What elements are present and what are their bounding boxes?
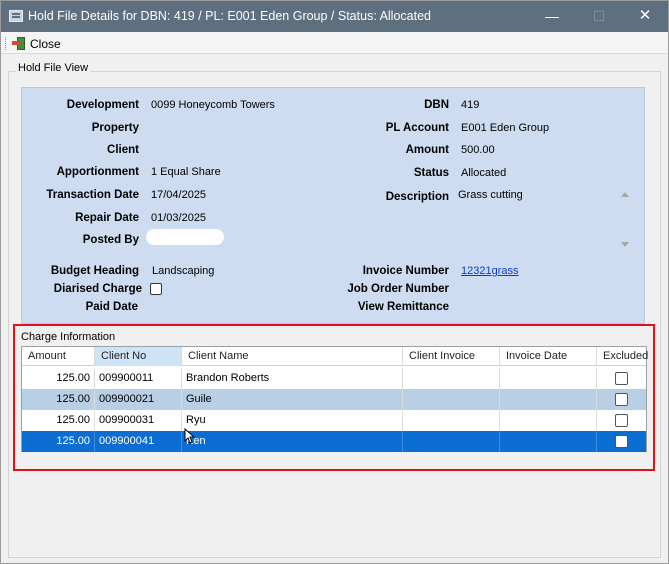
client-invoice-cell[interactable] [403, 389, 500, 410]
invoice-number-label: Invoice Number [362, 265, 449, 277]
repair-date-label: Repair Date [75, 212, 139, 224]
amount-cell[interactable]: 125.00 [22, 410, 95, 431]
group-label: Hold File View [16, 62, 91, 74]
column-header-invoice-date[interactable]: Invoice Date [500, 347, 597, 366]
development-label: Development [66, 99, 139, 111]
column-header-client-name[interactable]: Client Name [182, 347, 403, 366]
client-invoice-cell[interactable] [403, 431, 500, 452]
diarised-charge-checkbox[interactable] [150, 283, 162, 295]
transaction-date-label: Transaction Date [46, 189, 139, 201]
status-label: Status [413, 167, 449, 179]
minimize-button[interactable]: — [529, 1, 575, 32]
description-scrollbar[interactable] [617, 188, 634, 254]
client-no-cell[interactable]: 009900011 [95, 368, 182, 389]
posted-by-redacted-value [146, 229, 224, 245]
apportionment-label: Apportionment [56, 166, 139, 178]
amount-value: 500.00 [461, 144, 495, 156]
window-title: Hold File Details for DBN: 419 / PL: E00… [28, 9, 431, 23]
client-name-cell[interactable]: Guile [182, 389, 403, 410]
close-button[interactable]: Close [12, 35, 61, 52]
invoice-date-cell[interactable] [500, 368, 597, 389]
diarised-charge-label: Diarised Charge [53, 283, 142, 295]
detail-panel: Development 0099 Honeycomb Towers Proper… [21, 87, 645, 324]
description-value: Grass cutting [458, 189, 523, 201]
toolbar-grip[interactable] [5, 37, 7, 50]
maximize-button[interactable]: ☐ [576, 1, 622, 32]
amount-cell[interactable]: 125.00 [22, 368, 95, 389]
column-header-amount[interactable]: Amount [22, 347, 95, 366]
client-name-cell[interactable]: Ryu [182, 410, 403, 431]
posted-by-label: Posted By [82, 234, 139, 246]
invoice-date-cell[interactable] [500, 389, 597, 410]
job-order-number-label: Job Order Number [347, 283, 449, 295]
excluded-checkbox[interactable] [615, 393, 628, 406]
charge-information-title: Charge Information [21, 331, 116, 343]
description-label: Description [385, 191, 449, 203]
client-invoice-cell[interactable] [403, 368, 500, 389]
development-value: 0099 Honeycomb Towers [151, 99, 275, 111]
transaction-date-value: 17/04/2025 [151, 189, 207, 201]
budget-heading-label: Budget Heading [50, 265, 139, 277]
table-row-selected[interactable]: 125.00 009900041 Ken [22, 431, 646, 452]
table-row[interactable]: 125.00 009900011 Brandon Roberts [22, 368, 646, 389]
column-header-excluded[interactable]: Excluded [597, 347, 648, 366]
toolbar: Close [1, 32, 668, 54]
column-header-client-invoice[interactable]: Client Invoice [403, 347, 500, 366]
exit-door-icon [12, 37, 26, 50]
amount-label: Amount [405, 144, 449, 156]
scroll-up-icon[interactable] [621, 192, 629, 197]
invoice-number-link[interactable]: 12321grass [461, 265, 519, 277]
window-close-button[interactable]: ✕ [622, 1, 668, 32]
client-name-cell[interactable]: Brandon Roberts [182, 368, 403, 389]
client-no-cell[interactable]: 009900041 [95, 431, 182, 452]
charge-grid: Amount Client No Client Name Client Invo… [21, 346, 648, 452]
amount-cell[interactable]: 125.00 [22, 389, 95, 410]
client-label: Client [107, 144, 139, 156]
excluded-checkbox[interactable] [615, 414, 628, 427]
excluded-checkbox[interactable] [615, 372, 628, 385]
table-row[interactable]: 125.00 009900031 Ryu [22, 410, 646, 431]
view-remittance-label[interactable]: View Remittance [322, 301, 449, 313]
table-row[interactable]: 125.00 009900021 Guile [22, 389, 646, 410]
hold-file-details-window: Hold File Details for DBN: 419 / PL: E00… [0, 0, 669, 564]
close-button-label: Close [30, 36, 61, 51]
column-header-client-no[interactable]: Client No [95, 347, 182, 366]
client-name-cell[interactable]: Ken [182, 431, 403, 452]
apportionment-value: 1 Equal Share [151, 166, 221, 178]
excluded-checkbox[interactable] [615, 435, 628, 448]
dbn-label: DBN [424, 99, 449, 111]
client-invoice-cell[interactable] [403, 410, 500, 431]
client-no-cell[interactable]: 009900031 [95, 410, 182, 431]
app-window-icon [9, 10, 23, 22]
invoice-date-cell[interactable] [500, 410, 597, 431]
client-no-cell[interactable]: 009900021 [95, 389, 182, 410]
repair-date-value: 01/03/2025 [151, 212, 207, 224]
budget-heading-value: Landscaping [152, 265, 215, 277]
status-value: Allocated [461, 167, 507, 179]
charge-grid-header: Amount Client No Client Name Client Invo… [22, 347, 648, 366]
dbn-value: 419 [461, 99, 480, 111]
invoice-date-cell[interactable] [500, 431, 597, 452]
scroll-down-icon[interactable] [621, 242, 629, 247]
paid-date-label: Paid Date [85, 301, 138, 313]
title-bar[interactable]: Hold File Details for DBN: 419 / PL: E00… [1, 1, 668, 32]
property-label: Property [91, 122, 139, 134]
amount-cell[interactable]: 125.00 [22, 431, 95, 452]
pl-account-value: E001 Eden Group [461, 122, 550, 134]
pl-account-label: PL Account [385, 122, 449, 134]
